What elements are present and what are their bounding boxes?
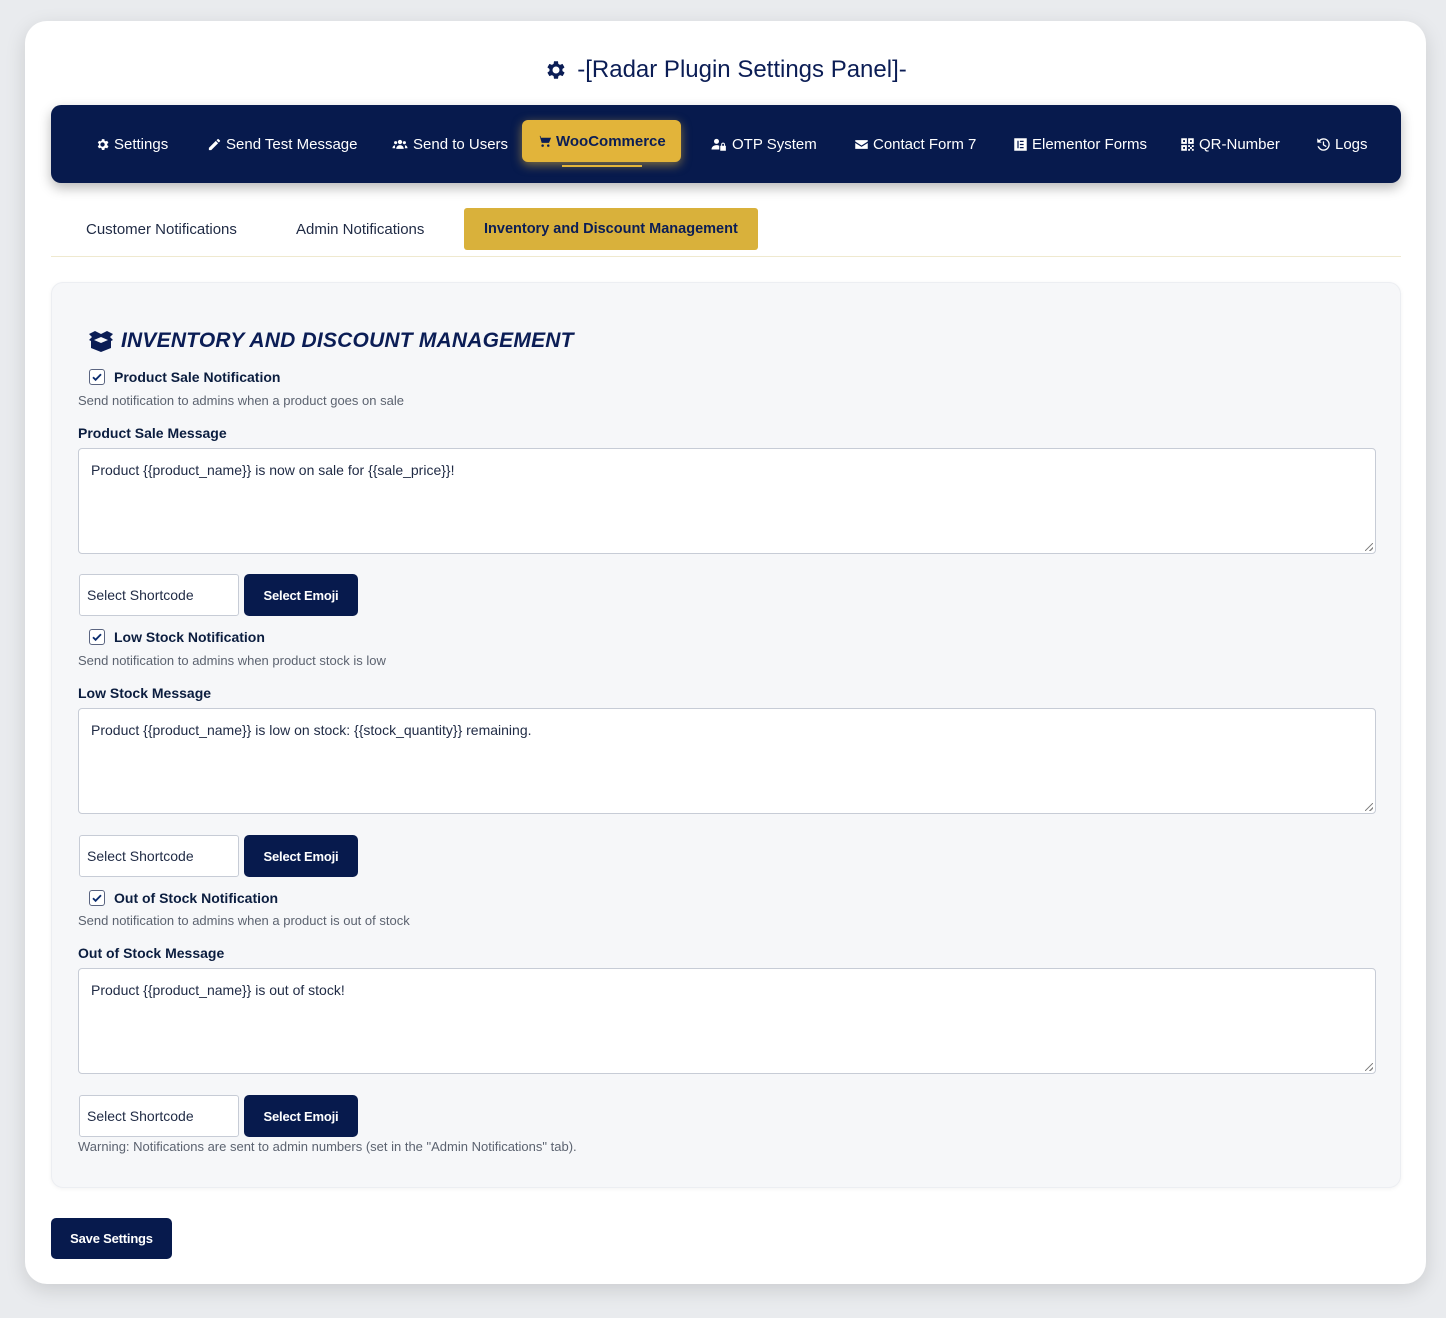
gear-icon xyxy=(547,61,565,79)
low-stock-checkbox-label[interactable]: Low Stock Notification xyxy=(114,629,265,645)
out-of-stock-message-value: Product {{product_name}} is out of stock… xyxy=(91,982,345,998)
low-stock-checkbox[interactable] xyxy=(89,629,105,645)
product-sale-checkbox-label[interactable]: Product Sale Notification xyxy=(114,369,280,385)
envelope-icon xyxy=(855,139,868,149)
product-sale-message-textarea[interactable]: Product {{product_name}} is now on sale … xyxy=(78,448,1376,554)
product-sale-emoji-button[interactable]: Select Emoji xyxy=(244,574,358,616)
users-icon xyxy=(392,139,408,149)
nav-item-send-to-users[interactable]: Send to Users xyxy=(391,133,508,155)
nav-item-logs[interactable]: Logs xyxy=(1316,133,1368,155)
nav-item-contact-form-7[interactable]: Contact Form 7 xyxy=(854,133,976,155)
gear-icon xyxy=(97,138,109,150)
out-of-stock-emoji-button[interactable]: Select Emoji xyxy=(244,1095,358,1137)
product-sale-checkbox[interactable] xyxy=(89,369,105,385)
nav-item-woocommerce[interactable]: WooCommerce xyxy=(522,120,681,162)
admin-warning-text: Warning: Notifications are sent to admin… xyxy=(78,1139,577,1154)
nav-label: Contact Form 7 xyxy=(873,135,977,153)
resize-handle[interactable] xyxy=(1365,543,1373,551)
low-stock-shortcode-select[interactable]: Select Shortcode xyxy=(79,835,239,877)
product-sale-shortcode-select[interactable]: Select Shortcode xyxy=(79,574,239,616)
resize-handle[interactable] xyxy=(1365,1063,1373,1071)
nav-item-qr-number[interactable]: QR-Number xyxy=(1180,133,1280,155)
nav-item-otp-system[interactable]: OTP System xyxy=(710,133,817,155)
active-tab-indicator xyxy=(562,165,642,167)
tab-inventory-discount-management[interactable]: Inventory and Discount Management xyxy=(464,208,758,250)
nav-item-elementor-forms[interactable]: Elementor Forms xyxy=(1013,133,1147,155)
low-stock-emoji-button[interactable]: Select Emoji xyxy=(244,835,358,877)
main-nav: Settings Send Test Message Send to Users… xyxy=(51,105,1401,183)
pencil-icon xyxy=(208,138,221,150)
check-icon xyxy=(92,894,102,903)
box-open-icon xyxy=(89,331,113,352)
out-of-stock-notification-row: Out of Stock Notification xyxy=(89,888,278,908)
low-stock-notification-row: Low Stock Notification xyxy=(89,627,265,647)
out-of-stock-message-textarea[interactable]: Product {{product_name}} is out of stock… xyxy=(78,968,1376,1074)
low-stock-message-value: Product {{product_name}} is low on stock… xyxy=(91,722,532,738)
nav-label: WooCommerce xyxy=(556,132,666,150)
nav-label: Elementor Forms xyxy=(1032,135,1148,153)
resize-handle[interactable] xyxy=(1365,803,1373,811)
history-icon xyxy=(1317,137,1330,151)
product-sale-message-label: Product Sale Message xyxy=(78,425,227,441)
check-icon xyxy=(92,373,102,382)
out-of-stock-description: Send notification to admins when a produ… xyxy=(78,913,410,928)
user-lock-icon xyxy=(711,138,726,151)
tab-admin-notifications[interactable]: Admin Notifications xyxy=(296,208,424,250)
product-sale-notification-row: Product Sale Notification xyxy=(89,367,280,387)
page-title: -[Radar Plugin Settings Panel]- xyxy=(25,55,1426,85)
nav-item-settings[interactable]: Settings xyxy=(95,133,168,155)
elementor-icon xyxy=(1014,137,1027,151)
nav-label: Logs xyxy=(1335,135,1368,153)
out-of-stock-checkbox[interactable] xyxy=(89,890,105,906)
product-sale-message-value: Product {{product_name}} is now on sale … xyxy=(91,462,455,478)
nav-label: QR-Number xyxy=(1199,135,1280,153)
nav-label: Send Test Message xyxy=(226,135,358,153)
product-sale-description: Send notification to admins when a produ… xyxy=(78,393,404,408)
tab-customer-notifications[interactable]: Customer Notifications xyxy=(86,208,237,250)
low-stock-message-textarea[interactable]: Product {{product_name}} is low on stock… xyxy=(78,708,1376,814)
inventory-panel: Inventory and Discount Management Produc… xyxy=(51,282,1401,1188)
page-title-text: -[Radar Plugin Settings Panel]- xyxy=(577,56,907,83)
out-of-stock-shortcode-select[interactable]: Select Shortcode xyxy=(79,1095,239,1137)
out-of-stock-checkbox-label[interactable]: Out of Stock Notification xyxy=(114,890,278,906)
qrcode-icon xyxy=(1181,137,1194,151)
section-heading: Inventory and Discount Management xyxy=(88,329,574,353)
nav-label: OTP System xyxy=(732,135,817,153)
subtab-bar: Customer Notifications Admin Notificatio… xyxy=(51,208,1401,257)
nav-label: Send to Users xyxy=(413,135,509,153)
check-icon xyxy=(92,633,102,642)
nav-label: Settings xyxy=(114,135,169,153)
out-of-stock-message-label: Out of Stock Message xyxy=(78,945,225,961)
cart-icon xyxy=(537,135,552,147)
low-stock-message-label: Low Stock Message xyxy=(78,685,212,701)
section-title: Inventory and Discount Management xyxy=(121,329,574,352)
low-stock-description: Send notification to admins when product… xyxy=(78,653,386,668)
settings-card: -[Radar Plugin Settings Panel]- Settings… xyxy=(25,21,1426,1284)
nav-item-send-test-message[interactable]: Send Test Message xyxy=(207,133,357,155)
save-settings-button[interactable]: Save Settings xyxy=(51,1218,172,1259)
